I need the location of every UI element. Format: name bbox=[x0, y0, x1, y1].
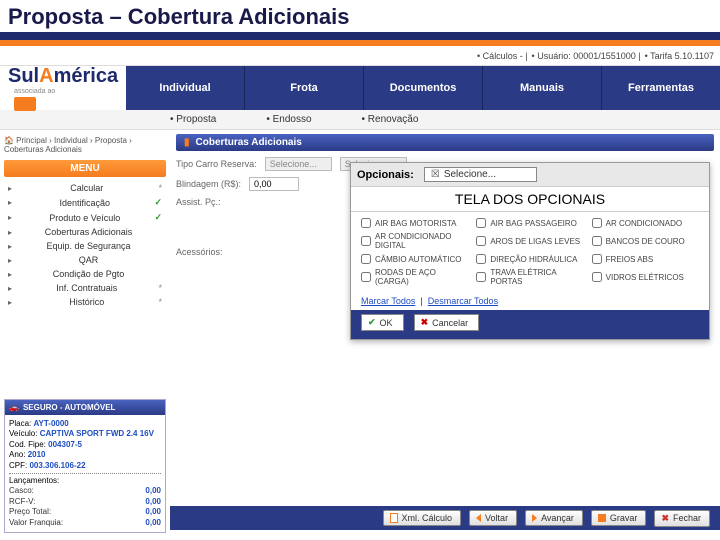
options-grid: AIR BAG MOTORISTA AIR BAG PASSAGEIRO AR CO… bbox=[351, 212, 709, 292]
label-acessorios: Acessórios: bbox=[176, 247, 223, 257]
doc-icon bbox=[390, 513, 398, 523]
option-item[interactable]: BANCOS DE COURO bbox=[592, 232, 699, 250]
section-header: Coberturas Adicionais bbox=[176, 134, 714, 151]
menu-item[interactable]: Produto e Veículo✓ bbox=[4, 210, 166, 225]
nav-individual[interactable]: Individual bbox=[126, 66, 245, 110]
menu-item[interactable]: Condição de Pgto bbox=[4, 267, 166, 281]
option-checkbox[interactable] bbox=[361, 218, 371, 228]
ing-icon bbox=[14, 97, 36, 111]
option-item[interactable]: FREIOS ABS bbox=[592, 254, 699, 264]
main-nav: Individual Frota Documentos Manuais Ferr… bbox=[126, 66, 720, 110]
label-assist: Assist. Pç.: bbox=[176, 197, 221, 207]
content-area: Coberturas Adicionais Tipo Carro Reserva… bbox=[170, 130, 720, 530]
menu-item[interactable]: Equip. de Segurança bbox=[4, 239, 166, 253]
logo: SulAmérica associada ao bbox=[0, 65, 126, 111]
opcionais-dialog: Opcionais: Selecione... TELA DOS OPCIONA… bbox=[350, 162, 710, 340]
save-icon bbox=[598, 514, 606, 522]
opcionais-title: Opcionais: bbox=[357, 169, 414, 181]
option-checkbox[interactable] bbox=[476, 272, 486, 282]
option-checkbox[interactable] bbox=[592, 236, 602, 246]
menu-item[interactable]: Identificação✓ bbox=[4, 195, 166, 210]
btn-xml-calculo[interactable]: Xml. Cálculo bbox=[383, 510, 462, 526]
menu-list: Calcular*Identificação✓Produto e Veículo… bbox=[4, 181, 166, 309]
vehicle-summary-header: 🚗 SEGURO - AUTOMÓVEL bbox=[5, 400, 165, 415]
mark-links: Marcar Todos | Desmarcar Todos bbox=[351, 292, 709, 310]
sidebar: 🏠 Principal › Individual › Proposta › Co… bbox=[0, 130, 170, 530]
nav-ferramentas[interactable]: Ferramentas bbox=[602, 66, 720, 110]
subnav-proposta[interactable]: Proposta bbox=[170, 114, 216, 125]
vehicle-summary: 🚗 SEGURO - AUTOMÓVEL Placa: AYT-0000 Veí… bbox=[4, 399, 166, 533]
close-icon: ✖ bbox=[661, 513, 669, 524]
option-checkbox[interactable] bbox=[361, 254, 371, 264]
label-tipo-carro: Tipo Carro Reserva: bbox=[176, 159, 257, 169]
brand-row: SulAmérica associada ao Individual Frota… bbox=[0, 66, 720, 110]
breadcrumb: 🏠 Principal › Individual › Proposta › Co… bbox=[4, 134, 166, 160]
select-tipo-carro[interactable]: Selecione... bbox=[265, 157, 332, 171]
nav-documentos[interactable]: Documentos bbox=[364, 66, 483, 110]
menu-item[interactable]: Calcular* bbox=[4, 181, 166, 195]
slide-title: Proposta – Cobertura Adicionais bbox=[0, 0, 720, 40]
btn-gravar[interactable]: Gravar bbox=[591, 510, 647, 526]
menu-item[interactable]: Histórico* bbox=[4, 295, 166, 309]
nav-manuais[interactable]: Manuais bbox=[483, 66, 602, 110]
option-item[interactable]: AIR BAG MOTORISTA bbox=[361, 218, 468, 228]
btn-fechar[interactable]: ✖Fechar bbox=[654, 510, 710, 527]
opcionais-header: Opcionais: Selecione... bbox=[351, 163, 709, 186]
link-desmarcar-todos[interactable]: Desmarcar Todos bbox=[428, 296, 498, 306]
ok-button[interactable]: ✔OK bbox=[361, 314, 404, 331]
option-item[interactable]: TRAVA ELÉTRICA PORTAS bbox=[476, 268, 583, 286]
label-blindagem: Blindagem (R$): bbox=[176, 179, 241, 189]
btn-voltar[interactable]: Voltar bbox=[469, 510, 517, 526]
option-item[interactable]: AIR BAG PASSAGEIRO bbox=[476, 218, 583, 228]
option-item[interactable]: CÂMBIO AUTOMÁTICO bbox=[361, 254, 468, 264]
option-checkbox[interactable] bbox=[361, 272, 371, 282]
logo-assoc: associada ao bbox=[14, 88, 118, 95]
option-checkbox[interactable] bbox=[476, 236, 486, 246]
logo-text: SulAmérica bbox=[8, 65, 118, 87]
car-icon: 🚗 bbox=[9, 403, 19, 412]
footer-bar: Xml. Cálculo Voltar Avançar Gravar ✖Fech… bbox=[170, 506, 720, 530]
option-item[interactable]: RODAS DE AÇO (CARGA) bbox=[361, 268, 468, 286]
subnav-renovacao[interactable]: Renovação bbox=[362, 114, 419, 125]
input-blindagem[interactable] bbox=[249, 177, 299, 191]
menu-item[interactable]: QAR bbox=[4, 253, 166, 267]
opcionais-select[interactable]: Selecione... bbox=[424, 167, 537, 182]
option-checkbox[interactable] bbox=[361, 236, 371, 246]
status-usuario: • Usuário: 00001/1551000 | bbox=[532, 51, 641, 61]
nav-frota[interactable]: Frota bbox=[245, 66, 364, 110]
option-item[interactable]: AROS DE LIGAS LEVES bbox=[476, 232, 583, 250]
btn-avancar[interactable]: Avançar bbox=[525, 510, 583, 526]
status-calculos[interactable]: • Cálculos - | bbox=[477, 51, 528, 61]
option-item[interactable]: AR CONDICIONADO DIGITAL bbox=[361, 232, 468, 250]
option-checkbox[interactable] bbox=[592, 272, 602, 282]
menu-item[interactable]: Inf. Contratuais* bbox=[4, 281, 166, 295]
menu-item[interactable]: Coberturas Adicionais bbox=[4, 225, 166, 239]
top-status-bar: • Cálculos - | • Usuário: 00001/1551000 … bbox=[0, 46, 720, 66]
option-item[interactable]: AR CONDICIONADO bbox=[592, 218, 699, 228]
option-item[interactable]: DIREÇÃO HIDRÁULICA bbox=[476, 254, 583, 264]
arrow-left-icon bbox=[476, 514, 481, 522]
option-checkbox[interactable] bbox=[592, 218, 602, 228]
status-tarifa: • Tarifa 5.10.1107 bbox=[645, 51, 714, 61]
menu-header: MENU bbox=[4, 160, 166, 177]
sub-nav: Proposta Endosso Renovação bbox=[0, 110, 720, 130]
option-checkbox[interactable] bbox=[592, 254, 602, 264]
cancel-button[interactable]: ✖Cancelar bbox=[414, 314, 480, 331]
option-checkbox[interactable] bbox=[476, 254, 486, 264]
arrow-right-icon bbox=[532, 514, 537, 522]
link-marcar-todos[interactable]: Marcar Todos bbox=[361, 296, 415, 306]
subnav-endosso[interactable]: Endosso bbox=[266, 114, 311, 125]
option-checkbox[interactable] bbox=[476, 218, 486, 228]
option-item[interactable]: VIDROS ELÉTRICOS bbox=[592, 268, 699, 286]
annotation-label: TELA DOS OPCIONAIS bbox=[351, 186, 709, 212]
